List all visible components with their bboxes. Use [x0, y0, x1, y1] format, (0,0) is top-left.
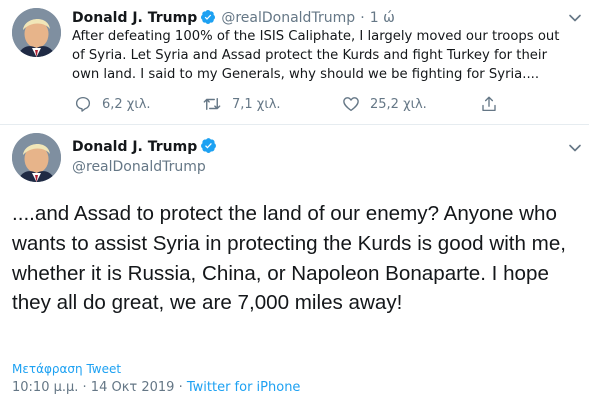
author-name[interactable]: Donald J. Trump — [72, 139, 197, 155]
share-icon — [482, 96, 496, 112]
verified-badge-icon — [200, 137, 217, 159]
meta-separator: · — [178, 380, 183, 395]
tweet-actions: 6,2 χιλ. 7,1 χιλ. 25,2 χιλ. — [72, 94, 502, 114]
chevron-down-icon[interactable] — [568, 11, 582, 25]
avatar-portrait — [12, 133, 61, 182]
author-avatar[interactable] — [12, 133, 61, 182]
author-name-row: Donald J. Trump — [72, 137, 217, 159]
avatar-portrait — [12, 8, 61, 57]
tweet-timestamp[interactable]: 10:10 μ.μ. · 14 Οκτ 2019 — [12, 380, 174, 395]
tweet-metadata: 10:10 μ.μ. · 14 Οκτ 2019 · Twitter for i… — [12, 380, 300, 395]
tweet-time[interactable]: 1 ώ — [370, 10, 395, 26]
reply-icon — [75, 96, 91, 112]
translate-tweet-link[interactable]: Μετάφραση Tweet — [12, 362, 121, 376]
reply-button[interactable]: 6,2 χιλ. — [74, 94, 151, 114]
retweet-button[interactable]: 7,1 χιλ. — [202, 94, 281, 114]
tweet-divider — [0, 124, 589, 125]
reply-count: 6,2 χιλ. — [102, 96, 151, 112]
author-handle[interactable]: @realDonaldTrump — [221, 10, 355, 26]
verified-badge-icon — [200, 9, 216, 29]
author-handle[interactable]: @realDonaldTrump — [72, 158, 206, 176]
retweet-icon — [203, 98, 221, 110]
author-name[interactable]: Donald J. Trump — [72, 10, 197, 26]
tweet-text: After defeating 100% of the ISIS Calipha… — [72, 29, 560, 83]
author-avatar[interactable] — [12, 8, 61, 57]
chevron-down-icon[interactable] — [568, 141, 582, 155]
tweet-header: Donald J. Trump @realDonaldTrump · 1 ώ — [72, 8, 395, 29]
tweet-source-link[interactable]: Twitter for iPhone — [187, 380, 301, 395]
retweet-count: 7,1 χιλ. — [232, 96, 281, 112]
share-button[interactable] — [480, 94, 508, 114]
like-count: 25,2 χιλ. — [370, 96, 427, 112]
like-button[interactable]: 25,2 χιλ. — [342, 94, 427, 114]
header-separator: · — [360, 10, 365, 26]
tweet-text: ....and Assad to protect the land of our… — [12, 202, 566, 315]
heart-icon — [343, 97, 359, 112]
